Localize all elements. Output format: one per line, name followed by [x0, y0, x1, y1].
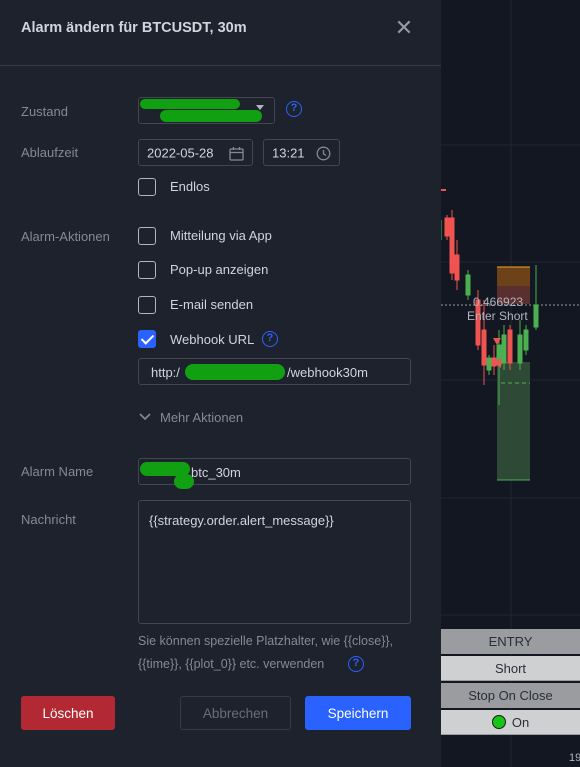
- alert-dialog: Alarm ändern für BTCUSDT, 30m ✕ Zustand …: [0, 0, 441, 767]
- message-label: Nachricht: [21, 512, 76, 527]
- close-icon[interactable]: ✕: [393, 17, 415, 39]
- popup-checkbox[interactable]: [138, 261, 156, 279]
- webhook-label: Webhook URL: [170, 332, 255, 347]
- redaction-mark: [174, 474, 194, 489]
- endless-checkbox[interactable]: [138, 178, 156, 196]
- email-label: E-mail senden: [170, 297, 254, 312]
- condition-label: Zustand: [21, 104, 68, 119]
- placeholder-hint-line2: {{time}}, {{plot_0}} etc. verwenden: [138, 657, 325, 671]
- info-row-on: On: [441, 710, 580, 735]
- endless-label: Endlos: [170, 179, 210, 194]
- email-checkbox[interactable]: [138, 296, 156, 314]
- webhook-checkbox[interactable]: [138, 330, 156, 348]
- chevron-down-icon: [139, 413, 151, 421]
- delete-button[interactable]: Löschen: [21, 696, 115, 730]
- redaction-mark: [140, 99, 240, 109]
- more-actions-toggle[interactable]: Mehr Aktionen: [160, 410, 243, 425]
- info-row-direction: Short: [441, 656, 580, 681]
- time-field[interactable]: 13:21: [263, 139, 340, 166]
- webhook-url-suffix: /webhook30m: [287, 365, 368, 380]
- dialog-header: Alarm ändern für BTCUSDT, 30m ✕: [0, 0, 441, 66]
- actions-label: Alarm-Aktionen: [21, 229, 110, 244]
- price-label: 0.466923: [473, 295, 524, 309]
- info-row-on-label: On: [511, 714, 530, 730]
- redaction-mark: [160, 110, 262, 122]
- status-dot-icon: [491, 715, 506, 729]
- date-value: 2022-05-28: [147, 145, 214, 160]
- expiry-label: Ablaufzeit: [21, 145, 79, 160]
- time-value: 13:21: [272, 145, 305, 160]
- message-textarea[interactable]: {{strategy.order.alert_message}}: [138, 500, 411, 624]
- webhook-url-prefix: http:/: [151, 365, 180, 380]
- alert-name-value: btc_30m: [191, 465, 241, 480]
- save-button[interactable]: Speichern: [305, 696, 411, 730]
- message-value: {{strategy.order.alert_message}}: [149, 513, 334, 528]
- signal-label: Enter Short: [467, 309, 528, 323]
- clock-icon: [316, 146, 331, 161]
- info-row-stop: Stop On Close: [441, 683, 580, 708]
- redaction-mark: [185, 364, 285, 380]
- app-notification-checkbox[interactable]: [138, 227, 156, 245]
- dialog-title: Alarm ändern für BTCUSDT, 30m: [21, 20, 247, 36]
- alert-name-label: Alarm Name: [21, 464, 94, 479]
- calendar-icon: [229, 147, 244, 161]
- popup-label: Pop-up anzeigen: [170, 262, 269, 277]
- info-row-entry: ENTRY: [441, 629, 580, 654]
- placeholder-hint-line1: Sie können spezielle Platzhalter, wie {{…: [138, 634, 394, 648]
- time-axis-label: 19: [569, 752, 580, 764]
- help-icon[interactable]: ?: [262, 331, 278, 347]
- app-notification-label: Mitteilung via App: [170, 228, 272, 243]
- date-field[interactable]: 2022-05-28: [138, 139, 253, 166]
- help-icon[interactable]: ?: [286, 101, 302, 117]
- help-icon[interactable]: ?: [348, 656, 364, 672]
- cancel-button[interactable]: Abbrechen: [180, 696, 291, 730]
